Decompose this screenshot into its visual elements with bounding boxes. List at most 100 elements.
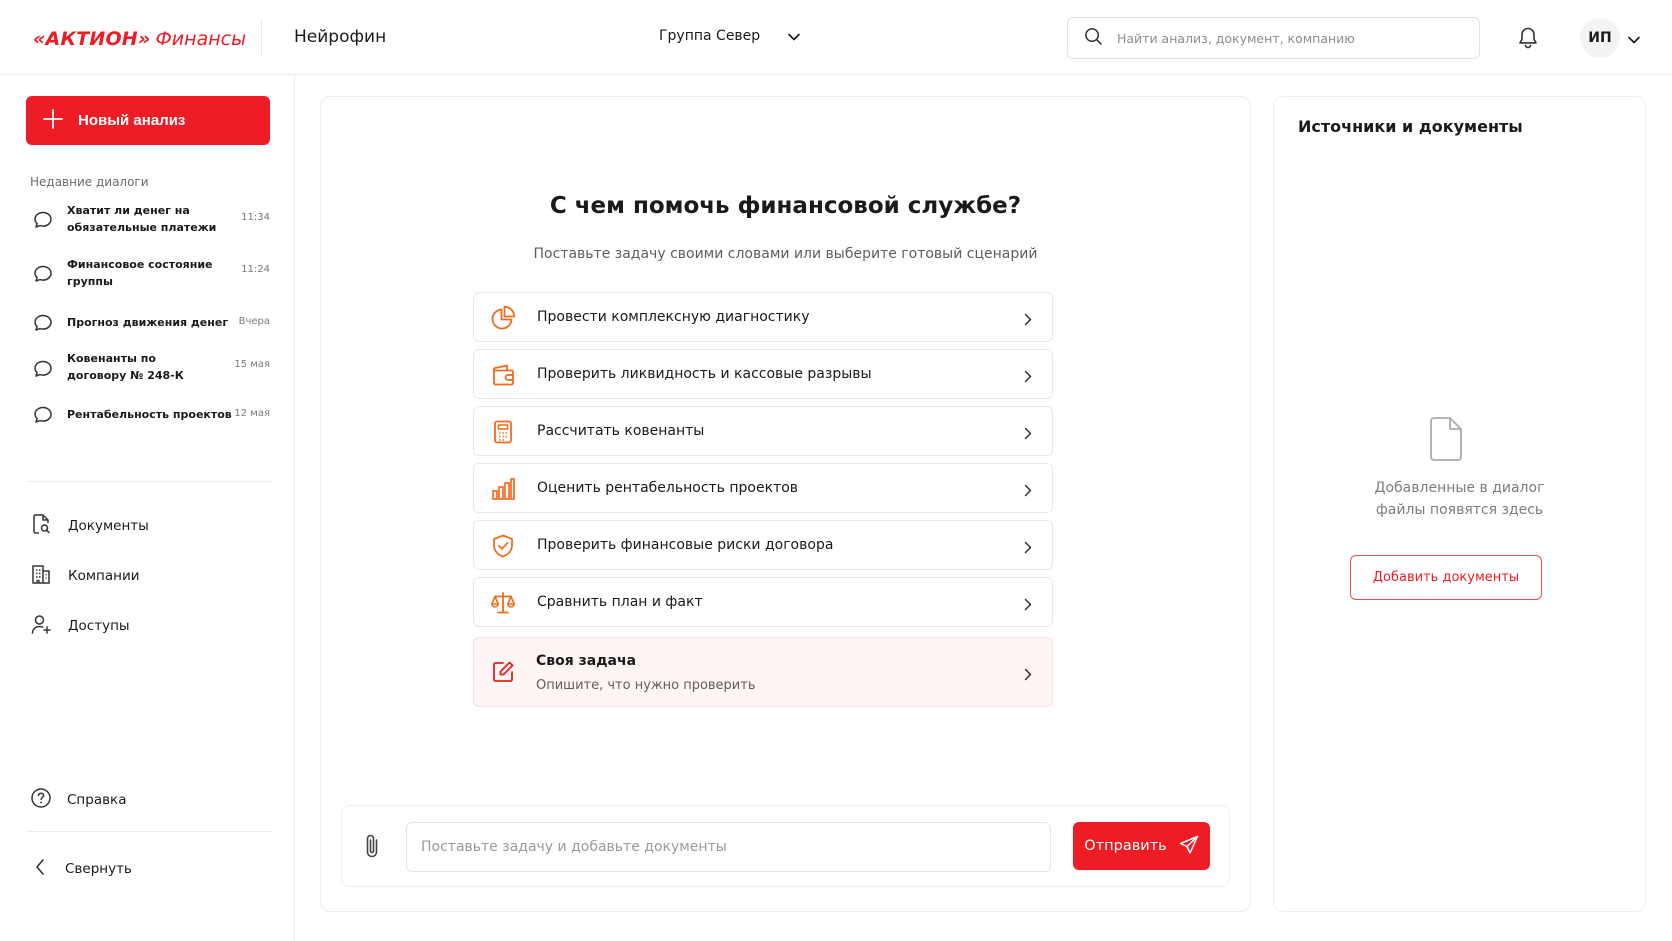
bell-icon: [1517, 27, 1539, 54]
sidebar-item-help[interactable]: Справка: [30, 787, 270, 813]
chat-bubble-icon: [33, 405, 53, 429]
group-selector[interactable]: Группа Север: [659, 26, 800, 45]
sidebar-item-label: Свернуть: [65, 861, 132, 877]
send-button[interactable]: Отправить: [1073, 822, 1210, 870]
document-search-icon: [30, 513, 52, 539]
search-box[interactable]: [1067, 17, 1480, 59]
chat-bubble-icon: [33, 359, 53, 383]
search-input[interactable]: [1117, 30, 1457, 46]
brand-logo[interactable]: «АКТИОН» Финансы: [33, 25, 246, 53]
sidebar-item-companies[interactable]: Компании: [30, 563, 270, 589]
notifications-button[interactable]: [1517, 26, 1539, 54]
calculator-icon: [490, 419, 516, 445]
shield-check-icon: [490, 533, 516, 559]
pie-chart-icon: [490, 305, 516, 331]
new-analysis-button[interactable]: Новый анализ: [26, 96, 270, 145]
dialog-title: Прогноз движения денег: [67, 316, 229, 329]
list-item[interactable]: Прогноз движения денег Вчера: [30, 310, 270, 340]
scenario-label: Проверить ликвидность и кассовые разрывы: [537, 366, 872, 382]
search-icon: [1084, 27, 1103, 50]
custom-task-subtitle: Опишите, что нужно проверить: [536, 678, 756, 693]
scenario-plan-vs-fact[interactable]: Сравнить план и факт: [473, 577, 1053, 627]
attach-button[interactable]: [362, 832, 382, 864]
edit-icon: [490, 659, 516, 685]
scenario-covenants[interactable]: Рассчитать ковенанты: [473, 406, 1053, 456]
dialog-title: Финансовое состояние группы: [67, 258, 213, 288]
scenario-label: Проверить финансовые риски договора: [537, 537, 834, 553]
scenario-label: Провести комплексную диагностику: [537, 309, 810, 325]
scenario-custom-task[interactable]: Своя задача Опишите, что нужно проверить: [473, 637, 1053, 707]
new-analysis-label: Новый анализ: [78, 112, 186, 129]
scales-icon: [490, 590, 516, 616]
dialog-title: Хватит ли денег на обязательные платежи: [67, 204, 217, 234]
collapse-sidebar-button[interactable]: Свернуть: [30, 858, 270, 880]
list-item[interactable]: Рентабельность проектов 12 мая: [30, 400, 270, 430]
chevron-left-icon: [34, 858, 46, 880]
sources-panel: Источники и документы Добавленные в диал…: [1273, 96, 1646, 912]
chevron-down-icon: [1628, 29, 1640, 48]
sidebar-item-label: Доступы: [68, 618, 130, 634]
paperclip-icon: [362, 834, 382, 864]
message-composer: Отправить: [341, 805, 1230, 887]
chevron-right-icon: [1024, 368, 1032, 387]
header-divider: [261, 20, 262, 56]
user-add-icon: [30, 613, 52, 639]
dialog-title: Ковенанты по договору № 248-К: [67, 352, 184, 382]
page-title: С чем помочь финансовой службе?: [549, 193, 1022, 219]
chat-bubble-icon: [33, 264, 53, 288]
assistant-panel: С чем помочь финансовой службе? Поставьт…: [320, 96, 1251, 912]
sidebar-item-documents[interactable]: Документы: [30, 513, 270, 539]
send-icon: [1179, 835, 1199, 858]
wallet-icon: [490, 362, 516, 388]
brand-name: «АКТИОН»: [33, 28, 151, 50]
building-icon: [30, 563, 52, 589]
page-subtitle: Поставьте задачу своими словами или выбе…: [533, 246, 1038, 262]
file-icon: [1426, 415, 1466, 467]
chevron-right-icon: [1024, 596, 1032, 615]
sidebar-item-access[interactable]: Доступы: [30, 613, 270, 639]
sidebar-divider: [26, 831, 272, 832]
list-item[interactable]: Финансовое состояние группы 11:24: [30, 256, 270, 296]
sidebar-item-label: Компании: [68, 568, 140, 584]
sidebar-item-label: Документы: [68, 518, 149, 534]
sidebar-item-label: Справка: [67, 792, 127, 808]
list-item[interactable]: Хватит ли денег на обязательные платежи …: [30, 202, 270, 242]
scenario-profitability[interactable]: Оценить рентабельность проектов: [473, 463, 1053, 513]
avatar: ИП: [1580, 18, 1620, 58]
dialog-time: 11:24: [241, 264, 270, 275]
chevron-right-icon: [1024, 539, 1032, 558]
recent-dialogs-title: Недавние диалоги: [30, 175, 149, 189]
chevron-right-icon: [1024, 666, 1032, 685]
scenario-liquidity[interactable]: Проверить ликвидность и кассовые разрывы: [473, 349, 1053, 399]
empty-state-line: Добавленные в диалог: [1374, 480, 1545, 496]
send-button-label: Отправить: [1084, 838, 1167, 854]
app-header: «АКТИОН» Финансы Нейрофин Группа Север И…: [0, 0, 1672, 75]
sources-title: Источники и документы: [1298, 117, 1523, 136]
sidebar-divider: [26, 481, 272, 482]
chevron-down-icon: [788, 26, 800, 45]
chevron-right-icon: [1024, 425, 1032, 444]
chevron-right-icon: [1024, 482, 1032, 501]
scenario-contract-risks[interactable]: Проверить финансовые риски договора: [473, 520, 1053, 570]
scenario-label: Оценить рентабельность проектов: [537, 480, 799, 496]
scenario-diagnostics[interactable]: Провести комплексную диагностику: [473, 292, 1053, 342]
scenario-label: Рассчитать ковенанты: [537, 423, 705, 439]
sidebar: Новый анализ Недавние диалоги Хватит ли …: [0, 75, 295, 941]
task-input[interactable]: [406, 822, 1051, 872]
dialog-time: Вчера: [238, 316, 270, 327]
dialog-time: 15 мая: [234, 359, 270, 370]
dialog-title: Рентабельность проектов: [67, 408, 232, 421]
dialog-time: 12 мая: [234, 408, 270, 419]
add-documents-button[interactable]: Добавить документы: [1350, 555, 1542, 600]
group-selector-label: Группа Север: [659, 27, 761, 44]
help-icon: [30, 787, 52, 813]
user-menu[interactable]: ИП: [1580, 18, 1640, 58]
dialog-time: 11:34: [241, 212, 270, 223]
brand-sub: Финансы: [155, 28, 247, 50]
empty-state-line: файлы появятся здесь: [1375, 502, 1544, 518]
list-item[interactable]: Ковенанты по договору № 248-К 15 мая: [30, 350, 270, 390]
product-name: Нейрофин: [294, 27, 387, 47]
chevron-right-icon: [1024, 311, 1032, 330]
empty-state-text: Добавленные в диалог файлы появятся здес…: [1274, 477, 1645, 521]
custom-task-title: Своя задача: [536, 653, 637, 669]
